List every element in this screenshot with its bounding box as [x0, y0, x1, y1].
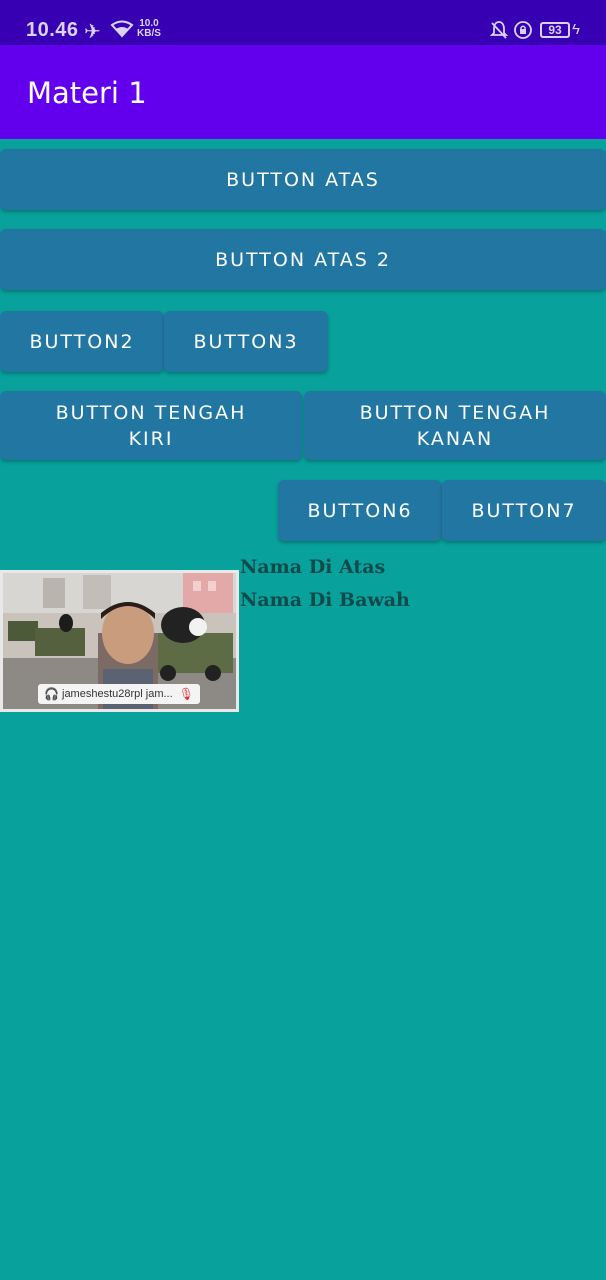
button-tengah-kiri[interactable]: Button Tengah Kiri	[0, 391, 302, 460]
text-nama-bawah: Nama Di Bawah	[240, 589, 410, 611]
app-title: Materi 1	[27, 76, 147, 110]
lock-rotation-icon	[514, 21, 532, 39]
button-atas[interactable]: Button Atas	[0, 149, 606, 210]
status-bar: 10.46 ✈ 10.0 KB/S 93 ϟ	[0, 0, 606, 45]
charging-icon: ϟ	[572, 21, 580, 38]
network-speed: 10.0 KB/S	[137, 19, 161, 39]
button-tengah-kiri-line2: Kiri	[128, 427, 174, 450]
network-speed-unit: KB/S	[137, 28, 161, 39]
airplane-icon: ✈	[84, 21, 101, 43]
button-tengah-kanan-line2: Kanan	[416, 427, 494, 450]
button-atas-2[interactable]: Button Atas 2	[0, 229, 606, 290]
status-time: 10.46	[26, 19, 79, 41]
button-tengah-kanan[interactable]: Button Tengah Kanan	[304, 391, 606, 460]
text-nama-atas: Nama Di Atas	[240, 556, 386, 578]
app-bar: Materi 1	[0, 45, 606, 139]
caption-text: jameshestu28rpl jam...	[62, 688, 173, 700]
button-7[interactable]: Button7	[442, 480, 606, 541]
button-2[interactable]: Button2	[0, 311, 164, 372]
battery-icon: 93	[540, 22, 570, 38]
video-caption: 🎧 jameshestu28rpl jam... 🎙	[38, 684, 200, 704]
bell-off-icon	[489, 21, 509, 39]
button-tengah-kiri-line1: Button Tengah	[55, 401, 247, 424]
image-view: 🎧 jameshestu28rpl jam... 🎙	[0, 570, 239, 712]
mic-off-icon: 🎙	[178, 687, 194, 701]
button-3[interactable]: Button3	[164, 311, 328, 372]
battery-level: 93	[548, 23, 562, 37]
button-6[interactable]: Button6	[278, 480, 442, 541]
wifi-icon	[110, 20, 134, 38]
headset-icon: 🎧	[44, 687, 59, 701]
button-tengah-kanan-line1: Button Tengah	[359, 401, 551, 424]
